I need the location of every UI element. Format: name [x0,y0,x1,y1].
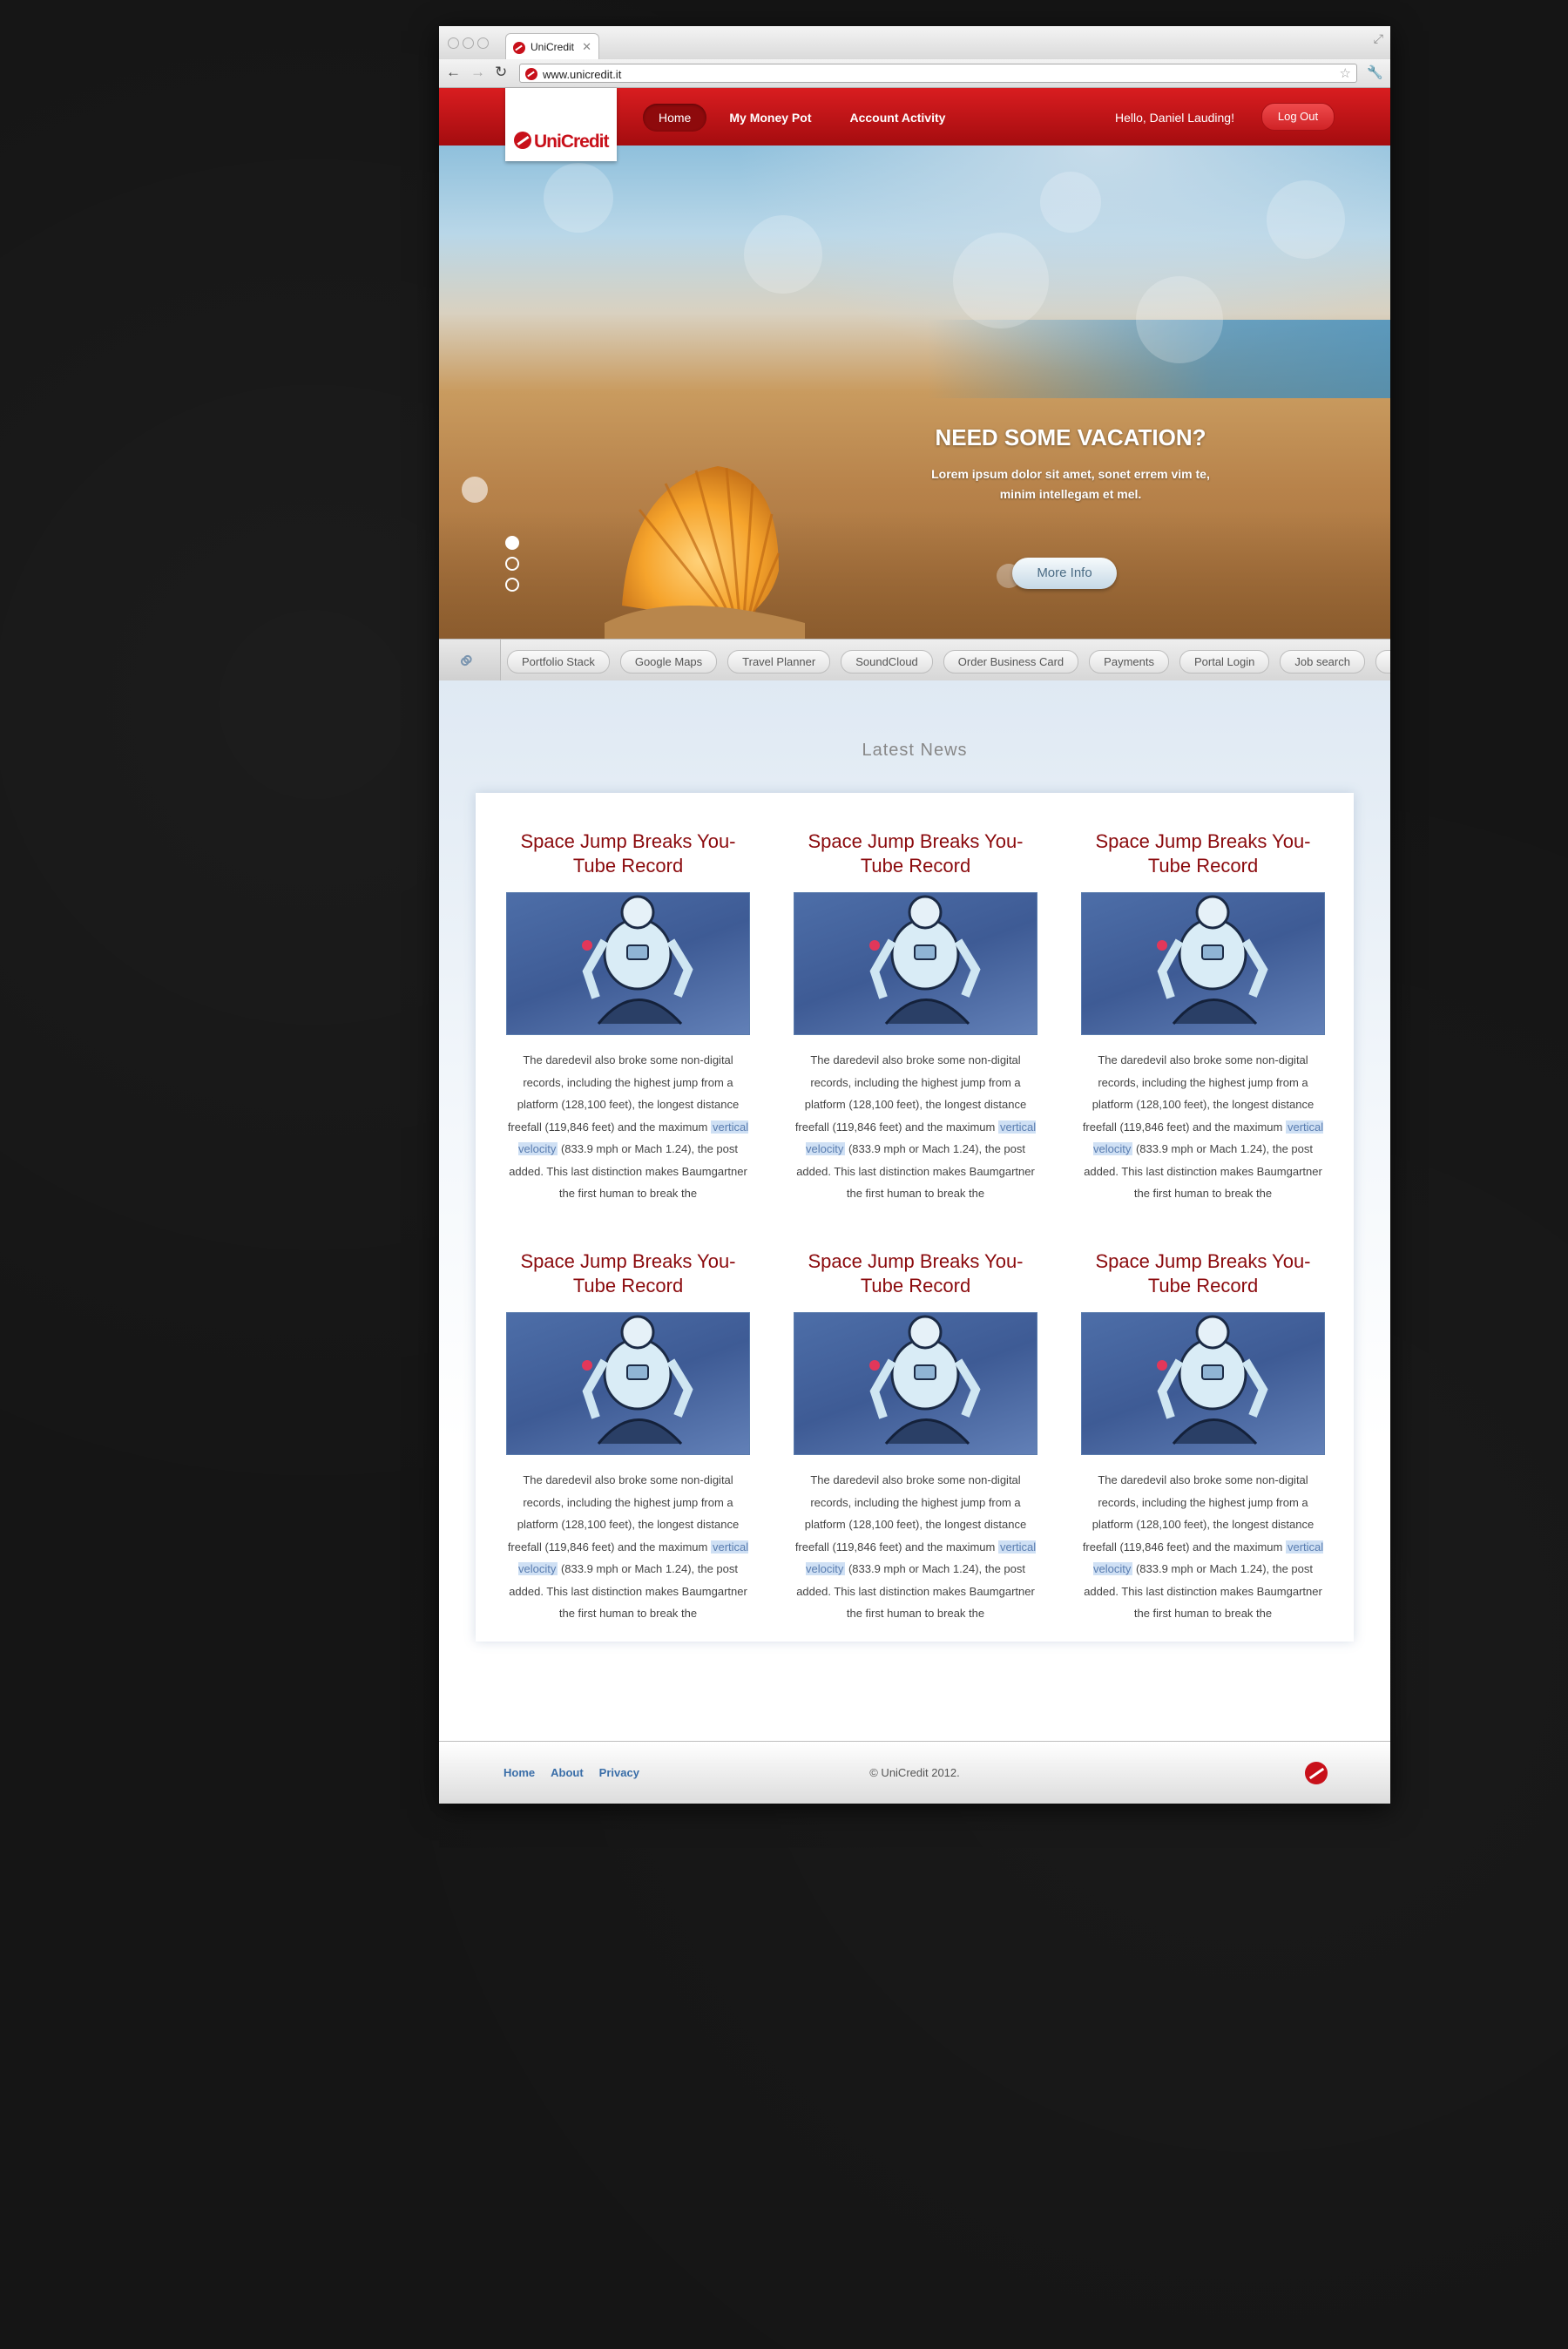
news-title[interactable]: Space Jump Breaks You-Tube Record [794,1249,1037,1298]
news-title[interactable]: Space Jump Breaks You-Tube Record [1081,1249,1325,1298]
quicklink-more[interactable]: M [1375,650,1390,674]
quicklink-order-business-card[interactable]: Order Business Card [943,650,1079,674]
news-title[interactable]: Space Jump Breaks You-Tube Record [794,829,1037,878]
nav-home[interactable]: Home [643,104,707,132]
unicredit-footer-logo-icon[interactable] [1305,1762,1328,1784]
site-footer: Home About Privacy © UniCredit 2012. [439,1741,1390,1804]
news-excerpt: The daredevil also broke some non-digita… [507,1053,749,1200]
link-icon[interactable]: ⚭ [449,643,483,678]
browser-tab[interactable]: UniCredit ✕ [505,33,599,59]
news-excerpt: The daredevil also broke some non-digita… [507,1473,749,1620]
slide-dot-1[interactable] [505,536,519,550]
news-excerpt: The daredevil also broke some non-digita… [794,1053,1037,1200]
browser-window: UniCredit ✕ ⤢ ← → ↻ www.unicredit.it ☆ 🔧… [439,26,1390,1804]
forward-arrow-icon[interactable]: → [470,64,485,80]
news-title[interactable]: Space Jump Breaks You-Tube Record [1081,829,1325,878]
minimize-window-button[interactable] [463,37,474,49]
site-favicon-icon [525,68,537,80]
browser-toolbar: ← → ↻ www.unicredit.it ☆ 🔧 [439,59,1390,88]
news-excerpt: The daredevil also broke some non-digita… [1082,1473,1324,1620]
slide-dot-3[interactable] [505,578,519,592]
fullscreen-icon[interactable]: ⤢ [1374,31,1383,46]
wrench-icon[interactable]: 🔧 [1367,64,1383,80]
news-excerpt: The daredevil also broke some non-digita… [1082,1053,1324,1200]
news-image[interactable] [794,1312,1037,1455]
news-card[interactable]: Space Jump Breaks You-Tube Record The dar… [794,1249,1037,1625]
user-greeting: Hello, Daniel Lauding! [1115,111,1234,125]
logout-button[interactable]: Log Out [1261,103,1335,131]
news-image[interactable] [794,892,1037,1035]
hero-banner: NEED SOME VACATION? Lorem ipsum dolor si… [439,146,1390,639]
quicklink-portfolio-stack[interactable]: Portfolio Stack [507,650,610,674]
reload-icon[interactable]: ↻ [495,64,507,80]
news-image[interactable] [506,892,750,1035]
quicklinks-bar: ⚭ Portfolio Stack Google Maps Travel Pla… [439,639,1390,682]
back-arrow-icon[interactable]: ← [446,64,461,80]
tab-title: UniCredit [531,41,575,53]
hero-text: Lorem ipsum dolor sit amet, sonet errem … [931,467,1210,501]
quicklink-soundcloud[interactable]: SoundCloud [841,650,933,674]
slide-dot-2[interactable] [505,557,519,571]
news-card[interactable]: Space Jump Breaks You-Tube Record The dar… [506,1249,750,1625]
latest-news-title: Latest News [862,741,968,760]
unicredit-logo[interactable]: UniCredit [505,88,617,161]
nav-account-activity[interactable]: Account Activity [834,104,961,132]
quicklink-portal-login[interactable]: Portal Login [1179,650,1270,674]
unicredit-logo-icon [514,132,531,149]
quicklink-google-maps[interactable]: Google Maps [619,650,718,674]
news-image[interactable] [1081,1312,1325,1455]
nav-my-money-pot[interactable]: My Money Pot [713,104,827,132]
news-card[interactable]: Space Jump Breaks You-Tube Record The dar… [1081,829,1325,1205]
close-tab-icon[interactable]: ✕ [582,40,591,54]
news-excerpt: The daredevil also broke some non-digita… [794,1473,1037,1620]
address-bar[interactable]: www.unicredit.it ☆ [519,64,1357,83]
quicklink-travel-planner[interactable]: Travel Planner [727,650,831,674]
quicklink-payments[interactable]: Payments [1089,650,1169,674]
news-card[interactable]: Space Jump Breaks You-Tube Record The dar… [1081,1249,1325,1625]
news-card[interactable]: Space Jump Breaks You-Tube Record The dar… [506,829,750,1205]
news-image[interactable] [506,1312,750,1455]
news-title[interactable]: Space Jump Breaks You-Tube Record [506,1249,750,1298]
seashell-image [605,466,805,639]
maximize-window-button[interactable] [477,37,489,49]
copyright-text: © UniCredit 2012. [869,1766,960,1779]
more-info-button[interactable]: More Info [1012,558,1117,589]
news-panel: Space Jump Breaks You-Tube Record The dar… [476,793,1354,1642]
browser-titlebar: UniCredit ✕ ⤢ [439,26,1390,60]
main-nav: Home My Money Pot Account Activity [643,104,961,132]
quicklinks-list: Portfolio Stack Google Maps Travel Plann… [507,650,1390,674]
slide-indicators [505,536,519,599]
news-image[interactable] [1081,892,1325,1035]
url-text: www.unicredit.it [543,68,622,81]
site-header: UniCredit Home My Money Pot Account Acti… [439,88,1390,161]
news-card[interactable]: Space Jump Breaks You-Tube Record The dar… [794,829,1037,1205]
close-window-button[interactable] [448,37,459,49]
unicredit-favicon-icon [513,42,525,54]
quicklink-job-search[interactable]: Job search [1280,650,1365,674]
news-title[interactable]: Space Jump Breaks You-Tube Record [506,829,750,878]
hero-title: NEED SOME VACATION? [935,424,1206,450]
logo-wordmark: UniCredit [534,132,609,152]
bookmark-star-icon[interactable]: ☆ [1340,65,1351,81]
